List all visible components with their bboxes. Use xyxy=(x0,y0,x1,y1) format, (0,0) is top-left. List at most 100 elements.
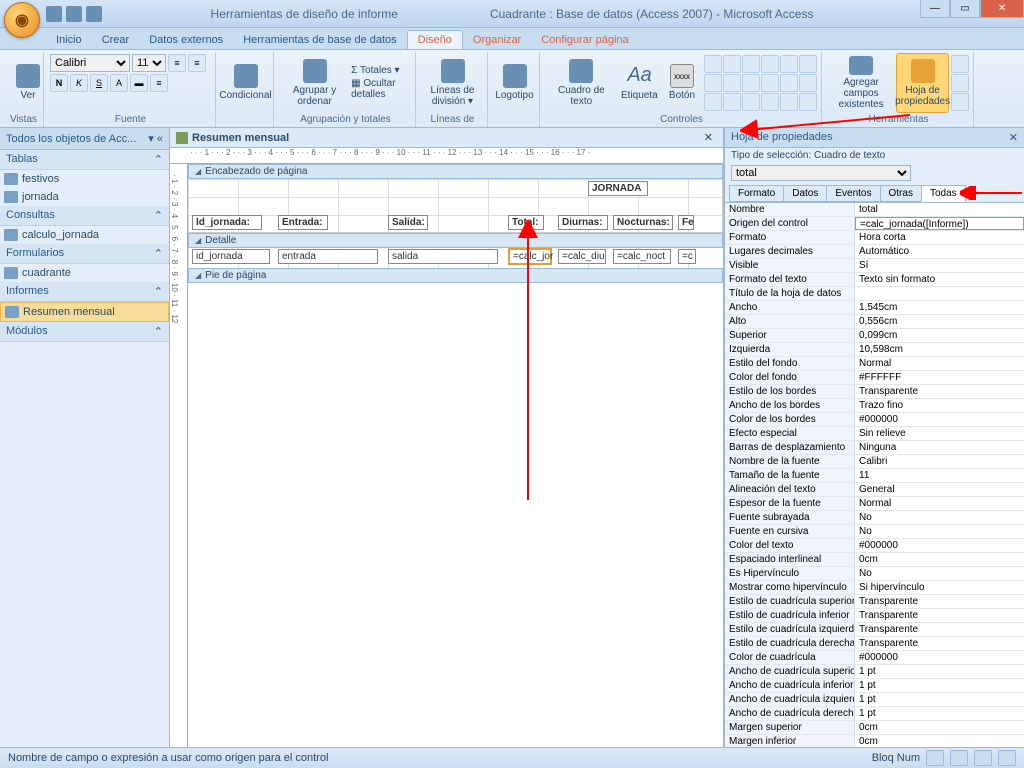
prop-row[interactable]: Ancho de cuadrícula derecha1 pt xyxy=(725,707,1024,721)
hdr-jornada[interactable]: JORNADA xyxy=(588,181,648,196)
prop-value[interactable]: General xyxy=(855,483,1024,496)
prop-row[interactable]: Espaciado interlineal0cm xyxy=(725,553,1024,567)
prop-row[interactable]: Alto0,556cm xyxy=(725,315,1024,329)
ctrl-gallery-14[interactable] xyxy=(723,93,741,111)
lbl-diurnas[interactable]: Diurnas: xyxy=(558,215,608,230)
prop-row[interactable]: Margen superior0cm xyxy=(725,721,1024,735)
prop-value[interactable]: 1 pt xyxy=(855,693,1024,706)
view-layout-icon[interactable] xyxy=(974,750,992,766)
prop-value[interactable]: Ninguna xyxy=(855,441,1024,454)
prop-value[interactable]: Si hipervínculo xyxy=(855,581,1024,594)
prop-row[interactable]: Alineación del textoGeneral xyxy=(725,483,1024,497)
ctrl-gallery-9[interactable] xyxy=(742,74,760,92)
prop-row[interactable]: Lugares decimalesAutomático xyxy=(725,245,1024,259)
maximize-button[interactable]: ▭ xyxy=(950,0,980,18)
tab-config-pagina[interactable]: Configurar página xyxy=(531,31,638,49)
section-encabezado[interactable]: Encabezado de página xyxy=(188,164,723,179)
ctrl-gallery-4[interactable] xyxy=(761,55,779,73)
italic-button[interactable]: K xyxy=(70,74,88,92)
prop-value[interactable]: No xyxy=(855,511,1024,524)
prop-row[interactable]: Color de cuadrícula#000000 xyxy=(725,651,1024,665)
hoja-propiedades-button[interactable]: Hoja de propiedades xyxy=(896,53,949,113)
lbl-total[interactable]: Total: xyxy=(508,215,544,230)
prop-row[interactable]: VisibleSí xyxy=(725,259,1024,273)
prop-value[interactable]: Sin relieve xyxy=(855,427,1024,440)
ctrl-gallery-6[interactable] xyxy=(799,55,817,73)
tab-organizar[interactable]: Organizar xyxy=(463,31,531,49)
view-print-icon[interactable] xyxy=(950,750,968,766)
prop-value[interactable]: #000000 xyxy=(855,539,1024,552)
ctrl-gallery-1[interactable] xyxy=(704,55,722,73)
prop-row[interactable]: Estilo de cuadrícula inferiorTransparent… xyxy=(725,609,1024,623)
ctrl-fe[interactable]: =c xyxy=(678,249,696,264)
ctrl-gallery-13[interactable] xyxy=(704,93,722,111)
agregar-campos-button[interactable]: Agregar campos existentes xyxy=(828,53,894,113)
prop-row[interactable]: Formato del textoTexto sin formato xyxy=(725,273,1024,287)
prop-value[interactable]: Automático xyxy=(855,245,1024,258)
prop-row[interactable]: Barras de desplazamientoNinguna xyxy=(725,441,1024,455)
property-object-select[interactable]: total xyxy=(731,165,911,181)
prop-row[interactable]: Ancho de cuadrícula superior1 pt xyxy=(725,665,1024,679)
ctrl-nocturnas[interactable]: =calc_noct xyxy=(613,249,671,264)
prop-value[interactable]: 0cm xyxy=(855,553,1024,566)
report-canvas[interactable]: Resumen mensual ✕ · · · 1 · · · 2 · · · … xyxy=(170,128,724,747)
ctrl-gallery-8[interactable] xyxy=(723,74,741,92)
condicional-button[interactable]: Condicional xyxy=(222,53,269,113)
prop-row[interactable]: Color de los bordes#000000 xyxy=(725,413,1024,427)
prop-row[interactable]: Título de la hoja de datos xyxy=(725,287,1024,301)
ctrl-gallery-5[interactable] xyxy=(780,55,798,73)
qat-redo-icon[interactable] xyxy=(86,6,102,22)
nav-cat-formularios[interactable]: Formularios⌃ xyxy=(0,244,169,264)
prop-value[interactable]: #000000 xyxy=(855,651,1024,664)
bold-button[interactable]: N xyxy=(50,74,68,92)
property-grid[interactable]: NombretotalOrigen del control=calc_jorna… xyxy=(725,203,1024,747)
tab-datos-externos[interactable]: Datos externos xyxy=(139,31,233,49)
logotipo-button[interactable]: Logotipo xyxy=(494,53,535,113)
ocultar-detalles-button[interactable]: ▦ Ocultar detalles xyxy=(351,78,411,100)
tab-inicio[interactable]: Inicio xyxy=(46,31,92,49)
tool-misc-2[interactable] xyxy=(951,74,969,92)
prop-tab-todas[interactable]: Todas xyxy=(921,185,966,202)
boton-button[interactable]: xxxxBotón xyxy=(662,53,702,113)
prop-row[interactable]: Estilo de cuadrícula izquierdaTransparen… xyxy=(725,623,1024,637)
ctrl-gallery-7[interactable] xyxy=(704,74,722,92)
document-tab-close[interactable]: ✕ xyxy=(700,131,717,144)
prop-value[interactable]: No xyxy=(855,525,1024,538)
ctrl-gallery-3[interactable] xyxy=(742,55,760,73)
view-design-icon[interactable] xyxy=(998,750,1016,766)
ctrl-gallery-2[interactable] xyxy=(723,55,741,73)
tool-misc-1[interactable] xyxy=(951,55,969,73)
prop-row[interactable]: Nombre de la fuenteCalibri xyxy=(725,455,1024,469)
nav-cat-tablas[interactable]: Tablas⌃ xyxy=(0,150,169,170)
nav-header[interactable]: Todos los objetos de Acc...▾ « xyxy=(0,128,169,150)
agrupar-button[interactable]: Agrupar y ordenar xyxy=(280,53,349,113)
nav-cat-informes[interactable]: Informes⌃ xyxy=(0,282,169,302)
prop-value[interactable]: Texto sin formato xyxy=(855,273,1024,286)
ctrl-entrada[interactable]: entrada xyxy=(278,249,378,264)
ver-button[interactable]: Ver xyxy=(8,53,48,113)
prop-value[interactable]: Calibri xyxy=(855,455,1024,468)
ctrl-gallery-12[interactable] xyxy=(799,74,817,92)
prop-row[interactable]: Estilo de cuadrícula superiorTransparent… xyxy=(725,595,1024,609)
nav-item-calculo-jornada[interactable]: calculo_jornada xyxy=(0,226,169,244)
prop-value[interactable]: #FFFFFF xyxy=(855,371,1024,384)
prop-tab-otras[interactable]: Otras xyxy=(880,185,922,202)
prop-value[interactable]: 1 pt xyxy=(855,679,1024,692)
prop-row[interactable]: Efecto especialSin relieve xyxy=(725,427,1024,441)
prop-value[interactable]: =calc_jornada([Informe]) xyxy=(855,217,1024,230)
qat-undo-icon[interactable] xyxy=(66,6,82,22)
qat-save-icon[interactable] xyxy=(46,6,62,22)
prop-value[interactable]: No xyxy=(855,567,1024,580)
prop-tab-formato[interactable]: Formato xyxy=(729,185,784,202)
ctrl-salida[interactable]: salida xyxy=(388,249,498,264)
prop-value[interactable]: Transparente xyxy=(855,609,1024,622)
align-left-icon[interactable]: ≡ xyxy=(168,54,186,72)
prop-value[interactable]: #000000 xyxy=(855,413,1024,426)
prop-value[interactable]: 11 xyxy=(855,469,1024,482)
ctrl-gallery-16[interactable] xyxy=(761,93,779,111)
prop-row[interactable]: Margen inferior0cm xyxy=(725,735,1024,747)
prop-value[interactable]: 10,598cm xyxy=(855,343,1024,356)
align-right-icon[interactable]: ≡ xyxy=(150,74,168,92)
prop-value[interactable] xyxy=(855,287,1024,300)
ctrl-gallery-18[interactable] xyxy=(799,93,817,111)
